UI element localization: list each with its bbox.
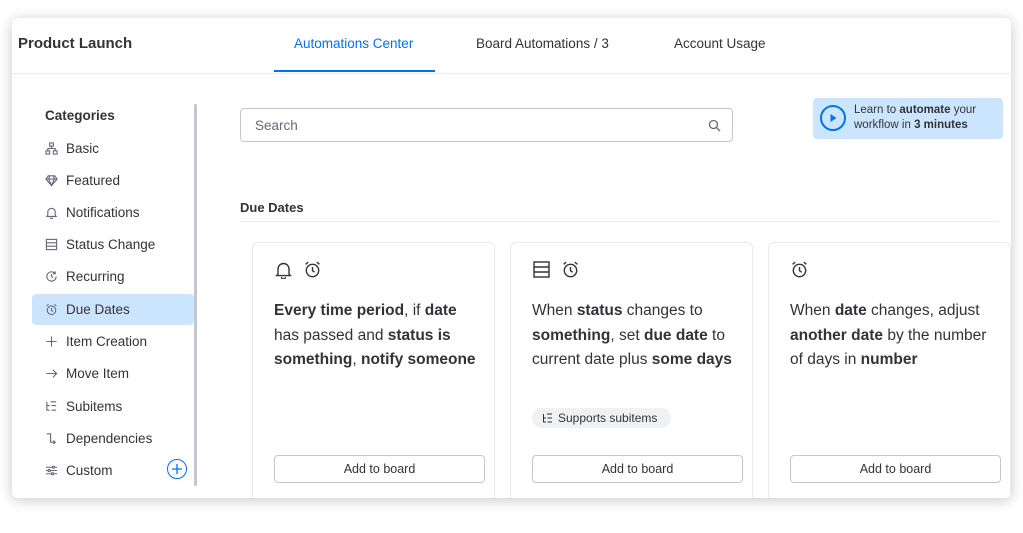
search-input[interactable] xyxy=(242,110,692,140)
sidebar-item-label: Basic xyxy=(66,141,100,156)
categories-sidebar: Categories Basic Featured Notifications … xyxy=(12,74,202,498)
add-to-board-button[interactable]: Add to board xyxy=(274,455,485,483)
sidebar-item-status-change[interactable]: Status Change xyxy=(32,229,194,260)
sidebar-item-basic[interactable]: Basic xyxy=(32,133,194,164)
arrow-right-icon xyxy=(44,367,58,381)
sidebar-scrollbar[interactable] xyxy=(194,104,197,486)
hierarchy-icon xyxy=(44,142,58,156)
badge-label: Supports subitems xyxy=(558,411,658,425)
sidebar-item-notifications[interactable]: Notifications xyxy=(32,197,194,228)
sidebar-item-featured[interactable]: Featured xyxy=(32,165,194,196)
recipe-card[interactable]: When date changes, adjust another date b… xyxy=(768,242,1011,498)
sidebar-item-move-item[interactable]: Move Item xyxy=(32,358,194,389)
tab-account-usage[interactable]: Account Usage xyxy=(674,36,766,51)
categories-title: Categories xyxy=(45,108,115,123)
sliders-icon xyxy=(44,464,58,478)
board-title: Product Launch xyxy=(18,35,133,52)
add-to-board-button[interactable]: Add to board xyxy=(790,455,1001,483)
subitems-icon xyxy=(543,413,552,422)
recurring-icon xyxy=(44,270,58,284)
learn-banner-text: Learn to automate your workflow in 3 min… xyxy=(854,104,977,131)
status-list-icon xyxy=(44,238,58,252)
section-divider xyxy=(240,221,999,222)
search-box xyxy=(240,108,733,142)
alarm-icon xyxy=(44,303,58,317)
sidebar-item-recurring[interactable]: Recurring xyxy=(32,261,194,292)
status-list-icon xyxy=(532,260,551,279)
active-tab-indicator xyxy=(274,70,435,72)
sidebar-item-label: Dependencies xyxy=(66,431,153,446)
sidebar-item-label: Subitems xyxy=(66,399,123,414)
sidebar-item-subitems[interactable]: Subitems xyxy=(32,391,194,422)
main-content: Learn to automate your workflow in 3 min… xyxy=(202,74,1011,498)
supports-subitems-badge: Supports subitems xyxy=(532,408,672,428)
sidebar-item-label: Custom xyxy=(66,463,113,478)
alarm-icon xyxy=(303,260,322,279)
recipe-text: When status changes to something, set du… xyxy=(532,302,732,368)
recipe-text: When date changes, adjust another date b… xyxy=(790,302,987,368)
automations-window: Product Launch Automations Center Board … xyxy=(12,18,1011,498)
sidebar-item-item-creation[interactable]: Item Creation xyxy=(32,326,194,357)
add-custom-category-button[interactable] xyxy=(167,459,187,479)
sidebar-item-label: Item Creation xyxy=(66,334,148,349)
sidebar-item-label: Move Item xyxy=(66,366,130,381)
alarm-icon xyxy=(790,260,809,279)
sidebar-item-label: Status Change xyxy=(66,237,156,252)
search-icon[interactable] xyxy=(708,119,721,132)
diamond-icon xyxy=(44,174,58,188)
sidebar-item-label: Notifications xyxy=(66,205,140,220)
sidebar-item-label: Due Dates xyxy=(66,302,130,317)
sidebar-item-due-dates[interactable]: Due Dates xyxy=(32,294,194,325)
bell-icon xyxy=(44,206,58,220)
plus-icon xyxy=(44,335,58,349)
plus-icon xyxy=(172,464,182,474)
header: Product Launch Automations Center Board … xyxy=(12,18,1011,74)
sidebar-item-label: Featured xyxy=(66,173,121,188)
section-title: Due Dates xyxy=(240,200,304,215)
sidebar-item-dependencies[interactable]: Dependencies xyxy=(32,423,194,454)
bell-icon xyxy=(274,260,293,279)
play-icon xyxy=(820,105,846,131)
sidebar-item-label: Recurring xyxy=(66,269,125,284)
learn-automate-video-banner[interactable]: Learn to automate your workflow in 3 min… xyxy=(813,98,1003,139)
alarm-icon xyxy=(561,260,580,279)
subitems-icon xyxy=(44,400,58,414)
dependency-icon xyxy=(44,432,58,446)
tab-automations-center[interactable]: Automations Center xyxy=(294,36,413,51)
recipe-card[interactable]: When status changes to something, set du… xyxy=(510,242,753,498)
recipe-text: Every time period, if date has passed an… xyxy=(274,302,476,368)
tab-board-automations[interactable]: Board Automations / 3 xyxy=(476,36,609,51)
add-to-board-button[interactable]: Add to board xyxy=(532,455,743,483)
recipe-card[interactable]: Every time period, if date has passed an… xyxy=(252,242,495,498)
